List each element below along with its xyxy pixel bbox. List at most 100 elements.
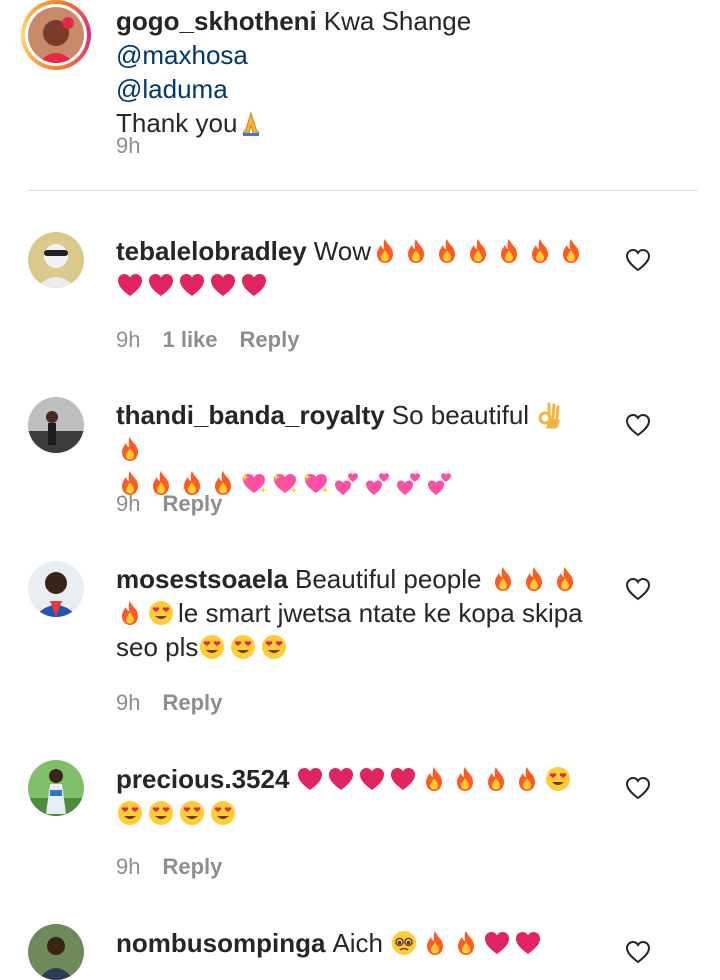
like-heart-icon[interactable] xyxy=(625,413,651,437)
caption-meta: 9h xyxy=(116,133,140,159)
sparkling-heart-emoji xyxy=(240,469,268,497)
comment-username[interactable]: mosestsoaela xyxy=(116,564,288,594)
comment-meta: 9h Reply xyxy=(116,491,222,517)
heart-eyes-emoji xyxy=(544,764,575,794)
caption-text: gogo_skhotheni Kwa Shange @maxhosa @ladum… xyxy=(116,4,596,140)
comment-text: mosestsoaela Beautiful people le smart jw… xyxy=(116,562,596,664)
fire-emoji xyxy=(402,237,430,265)
reply-button[interactable]: Reply xyxy=(162,690,222,716)
caption-username[interactable]: gogo_skhotheni xyxy=(116,6,317,36)
red-heart-emoji xyxy=(514,929,542,957)
comment-username[interactable]: thandi_banda_royalty xyxy=(116,400,385,430)
heart-eyes-emoji xyxy=(147,799,175,827)
avatar[interactable] xyxy=(28,760,84,816)
mention-link[interactable]: @maxhosa xyxy=(116,40,248,70)
fire-emoji xyxy=(520,565,548,593)
timestamp: 9h xyxy=(116,854,141,879)
mention-link[interactable]: @laduma xyxy=(116,74,228,104)
timestamp: 9h xyxy=(116,133,141,158)
fire-emoji xyxy=(495,237,523,265)
fire-emoji-group xyxy=(371,236,588,266)
pleading-face-emoji xyxy=(390,929,418,957)
comment-meta: 9h 1 like Reply xyxy=(116,327,299,353)
comment-text: tebalelobradley Wow xyxy=(116,234,596,302)
avatar[interactable] xyxy=(28,561,84,617)
like-heart-icon[interactable] xyxy=(625,577,651,601)
comment-username[interactable]: tebalelobradley xyxy=(116,236,307,266)
caption-text-before: Kwa Shange xyxy=(323,6,472,36)
comment-body: Aich xyxy=(332,928,384,958)
sparkling-heart-emoji xyxy=(271,469,299,497)
red-heart-emoji xyxy=(240,271,268,299)
red-heart-emoji xyxy=(389,765,417,793)
fire-emoji xyxy=(482,765,510,793)
heart-eyes-emoji xyxy=(198,633,226,661)
avatar[interactable] xyxy=(28,924,84,980)
likes-count[interactable]: 1 like xyxy=(162,327,217,353)
fire-emoji xyxy=(551,565,579,593)
red-heart-emoji xyxy=(178,271,206,299)
comment-meta: 9h Reply xyxy=(116,690,222,716)
comment-username[interactable]: nombusompinga xyxy=(116,928,325,958)
emoji-group xyxy=(390,928,545,958)
heart-eyes-emoji xyxy=(116,799,144,827)
red-heart-emoji-group xyxy=(116,270,271,300)
comment-meta: 9h Reply xyxy=(116,854,222,880)
like-heart-icon[interactable] xyxy=(625,940,651,964)
red-heart-emoji xyxy=(327,765,355,793)
fire-emoji xyxy=(433,237,461,265)
fire-and-heart-eyes-emoji-group xyxy=(116,598,178,628)
fire-emoji xyxy=(526,237,554,265)
comment-text: thandi_banda_royalty So beautiful xyxy=(116,398,596,500)
fire-emoji xyxy=(452,929,480,957)
red-heart-emoji xyxy=(483,929,511,957)
divider xyxy=(28,190,698,191)
two-hearts-emoji xyxy=(395,469,423,497)
fire-emoji xyxy=(557,237,585,265)
comment-username[interactable]: precious.3524 xyxy=(116,764,289,794)
folded-hands-emoji xyxy=(237,109,265,137)
heart-eyes-emoji-group xyxy=(116,798,240,828)
comment-body: So beautiful xyxy=(391,400,530,430)
red-heart-emoji xyxy=(116,271,144,299)
fire-emoji xyxy=(116,599,144,627)
red-heart-emoji xyxy=(209,271,237,299)
heart-eyes-emoji xyxy=(229,633,257,661)
sparkling-heart-emoji xyxy=(302,469,330,497)
two-hearts-emoji xyxy=(364,469,392,497)
avatar xyxy=(28,7,84,63)
comment-text: nombusompinga Aich xyxy=(116,926,596,960)
fire-emoji xyxy=(371,237,399,265)
two-hearts-emoji xyxy=(333,469,361,497)
comment-body: Wow xyxy=(313,236,372,266)
heart-eyes-emoji-group xyxy=(198,632,291,662)
heart-eyes-emoji xyxy=(544,765,572,793)
reply-button[interactable]: Reply xyxy=(162,854,222,880)
fire-emoji xyxy=(464,237,492,265)
fire-emoji xyxy=(451,765,479,793)
fire-emoji xyxy=(421,929,449,957)
fire-emoji xyxy=(513,765,541,793)
timestamp: 9h xyxy=(116,327,141,352)
fire-emoji xyxy=(116,435,144,463)
avatar[interactable] xyxy=(28,397,84,453)
avatar[interactable] xyxy=(28,232,84,288)
heart-eyes-emoji xyxy=(260,633,288,661)
fire-emoji-group xyxy=(489,564,582,594)
avatar-story-ring[interactable] xyxy=(21,0,91,70)
comment-body-continued: le smart jwetsa ntate ke kopa skipa seo … xyxy=(116,598,583,662)
like-heart-icon[interactable] xyxy=(625,248,651,272)
red-heart-emoji xyxy=(296,765,324,793)
reply-button[interactable]: Reply xyxy=(162,491,222,517)
red-heart-emoji xyxy=(358,765,386,793)
timestamp: 9h xyxy=(116,690,141,715)
like-heart-icon[interactable] xyxy=(625,776,651,800)
fire-emoji-group xyxy=(420,764,544,794)
fire-emoji xyxy=(489,565,517,593)
comment-text: precious.3524 xyxy=(116,762,596,830)
red-heart-emoji xyxy=(147,271,175,299)
reply-button[interactable]: Reply xyxy=(240,327,300,353)
heart-eyes-emoji xyxy=(209,799,237,827)
fire-emoji xyxy=(420,765,448,793)
timestamp: 9h xyxy=(116,491,141,516)
